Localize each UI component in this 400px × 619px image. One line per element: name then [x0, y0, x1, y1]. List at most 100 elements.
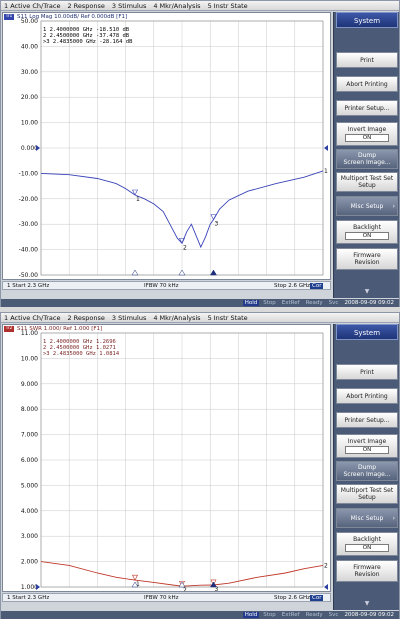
- svc-status: Svc: [328, 300, 339, 306]
- trace-header-text: S11 Log Mag 10.00dB/ Ref 0.000dB [F1]: [17, 14, 128, 20]
- y-tick-label: 7.000: [21, 432, 38, 439]
- backlight-button[interactable]: Backlight ON: [336, 532, 398, 556]
- print-button[interactable]: Print: [336, 364, 398, 380]
- start-freq: 1 Start 2.3 GHz: [7, 594, 50, 601]
- cor-badge: Cor: [310, 282, 324, 289]
- y-tick-label: -20.00: [19, 196, 39, 203]
- scroll-down-icon[interactable]: ▼: [336, 600, 398, 608]
- menu-mkr-analysis[interactable]: 4 Mkr/Analysis: [153, 2, 200, 10]
- backlight-label: Backlight: [353, 536, 381, 543]
- dump-label-1: Dump: [357, 152, 377, 159]
- stop-status: Stop: [263, 612, 276, 618]
- trace-header: Tr2 S11 SWR 1.000/ Ref 1.000 [F1]: [4, 326, 102, 332]
- reference-arrow-left: [36, 145, 40, 151]
- menu-stimulus[interactable]: 3 Stimulus: [112, 314, 146, 322]
- multiport-test-set-setup-button[interactable]: Multiport Test Set Setup: [336, 484, 398, 504]
- y-tick-label: 20.00: [21, 94, 38, 101]
- hold-status: Hold: [242, 300, 260, 306]
- multiport-label-2: Setup: [358, 182, 376, 189]
- y-tick-label: -30.00: [19, 221, 39, 228]
- screen-bottom: 1 Active Ch/Trace 2 Response 3 Stimulus …: [0, 312, 400, 619]
- misc-setup-button[interactable]: Misc Setup ›: [336, 508, 398, 528]
- misc-setup-button[interactable]: Misc Setup ›: [336, 196, 398, 216]
- ifbw: IFBW 70 kHz: [144, 594, 179, 601]
- invert-image-label: Invert Image: [347, 438, 387, 445]
- menu-instr-state[interactable]: 5 Instr State: [208, 314, 248, 322]
- softkey-panel: System Print Abort Printing Printer Setu…: [333, 12, 399, 298]
- ready-status: Ready: [305, 300, 323, 306]
- ifbw: IFBW 70 kHz: [144, 282, 179, 289]
- invert-image-label: Invert Image: [347, 126, 387, 133]
- abort-printing-button[interactable]: Abort Printing: [336, 388, 398, 404]
- menu-response[interactable]: 2 Response: [67, 314, 104, 322]
- marker-row: >3 2.4835000 GHz -28.164 dB: [43, 39, 133, 45]
- invert-image-button[interactable]: Invert Image ON: [336, 434, 398, 458]
- menu-active-ch[interactable]: 1 Active Ch/Trace: [4, 2, 60, 10]
- datetime: 2008-09-09 09:02: [344, 612, 394, 618]
- chevron-right-icon: ›: [392, 515, 395, 522]
- backlight-button[interactable]: Backlight ON: [336, 220, 398, 244]
- y-tick-label: 8.000: [21, 406, 38, 413]
- stop-status: Stop: [263, 300, 276, 306]
- trace-number-label: 2: [324, 562, 328, 569]
- misc-setup-label: Misc Setup: [350, 202, 384, 210]
- y-tick-label: 9.000: [21, 381, 38, 388]
- trace-chart: 11.0010.009.0008.0007.0006.0005.0004.000…: [21, 330, 328, 591]
- multiport-test-set-setup-button[interactable]: Multiport Test Set Setup: [336, 172, 398, 192]
- plot-area[interactable]: 50.00 40.00 30.00 20.00 10.00 0.000 -10.00 -20.…: [2, 12, 331, 280]
- firmware-label-2: Revision: [354, 259, 380, 266]
- firmware-revision-button[interactable]: Firmware Revision: [336, 248, 398, 270]
- invert-image-value: ON: [345, 446, 389, 454]
- marker-label: 1: [136, 196, 140, 203]
- y-tick-label: -40.00: [19, 247, 39, 254]
- multiport-label-1: Multiport Test Set: [340, 487, 394, 494]
- dump-screen-image-button[interactable]: Dump Screen Image...: [336, 461, 398, 481]
- backlight-value: ON: [345, 232, 389, 240]
- extref-status: ExtRef: [281, 612, 300, 618]
- y-tick-label: 30.00: [21, 69, 38, 76]
- cor-badge: Cor: [310, 594, 324, 601]
- datetime: 2008-09-09 09:02: [344, 300, 394, 306]
- marker-label: 2: [183, 587, 187, 591]
- printer-setup-button[interactable]: Printer Setup...: [336, 412, 398, 428]
- y-tick-label: 5.000: [21, 482, 38, 489]
- menu-active-ch[interactable]: 1 Active Ch/Trace: [4, 314, 60, 322]
- y-tick-label: 10.00: [21, 355, 38, 362]
- dump-screen-image-button[interactable]: Dump Screen Image...: [336, 149, 398, 169]
- menu-bar: 1 Active Ch/Trace 2 Response 3 Stimulus …: [1, 1, 399, 11]
- menu-response[interactable]: 2 Response: [67, 2, 104, 10]
- screen-top: 1 Active Ch/Trace 2 Response 3 Stimulus …: [0, 0, 400, 307]
- printer-setup-button[interactable]: Printer Setup...: [336, 100, 398, 116]
- trace-box[interactable]: Tr2: [4, 326, 14, 332]
- marker-table: 1 2.4000000 GHz -18.510 dB 2 2.4500000 G…: [43, 27, 132, 45]
- reference-arrow-left: [36, 584, 40, 590]
- print-button[interactable]: Print: [336, 52, 398, 68]
- dump-label-2: Screen Image...: [343, 159, 391, 166]
- scroll-down-icon[interactable]: ▼: [336, 288, 398, 296]
- marker-table: 1 2.4000000 GHz 1.2696 2 2.4500000 GHz 1…: [43, 339, 119, 357]
- menu-mkr-analysis[interactable]: 4 Mkr/Analysis: [153, 314, 200, 322]
- trace-number-label: 1: [324, 168, 328, 175]
- start-freq: 1 Start 2.3 GHz: [7, 282, 50, 289]
- menu-bar: 1 Active Ch/Trace 2 Response 3 Stimulus …: [1, 313, 399, 323]
- multiport-label-1: Multiport Test Set: [340, 175, 394, 182]
- marker-label: 2: [183, 244, 187, 251]
- marker-position-indicator: [131, 269, 139, 276]
- abort-printing-button[interactable]: Abort Printing: [336, 76, 398, 92]
- menu-stimulus[interactable]: 3 Stimulus: [112, 2, 146, 10]
- y-tick-label: -50.00: [19, 272, 39, 279]
- plot-area[interactable]: 11.00 10.00 9.000 8.000 7.000 6.000 5.000 4.000…: [2, 324, 331, 592]
- y-tick-label: 10.00: [21, 120, 38, 127]
- menu-instr-state[interactable]: 5 Instr State: [208, 2, 248, 10]
- invert-image-button[interactable]: Invert Image ON: [336, 122, 398, 146]
- firmware-revision-button[interactable]: Firmware Revision: [336, 560, 398, 582]
- channel-status: 1 Start 2.3 GHz IFBW 70 kHz Stop 2.6 GHz…: [2, 593, 331, 602]
- trace-box[interactable]: Tr1: [4, 14, 14, 20]
- y-tick-label: 1.000: [21, 584, 38, 591]
- marker-label: 3: [214, 221, 218, 228]
- svc-status: Svc: [328, 612, 339, 618]
- dump-label-1: Dump: [357, 464, 377, 471]
- y-tick-label: 40.00: [21, 43, 38, 50]
- marker-position-indicator: [210, 269, 217, 276]
- y-tick-label: 2.000: [21, 559, 38, 566]
